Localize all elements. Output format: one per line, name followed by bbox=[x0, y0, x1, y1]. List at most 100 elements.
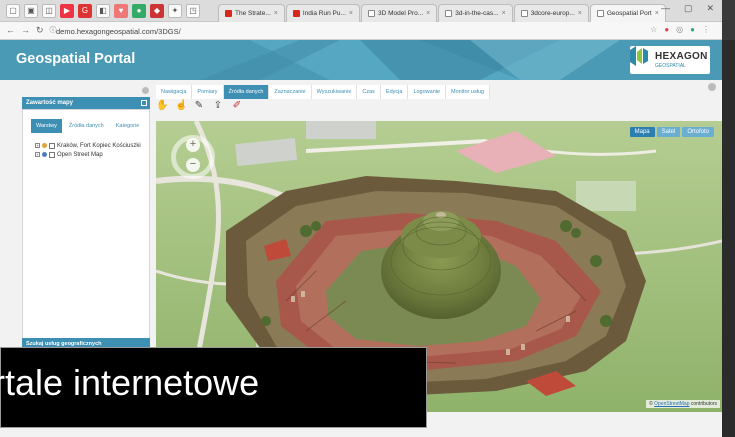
browser-tab[interactable]: 3D Model Pro... × bbox=[360, 4, 438, 22]
reload-icon[interactable]: ↻ bbox=[36, 25, 44, 36]
browser-tab[interactable]: 3d-in-the-cas... × bbox=[438, 4, 513, 22]
browser-tab-label: India Run Pu... bbox=[302, 9, 346, 17]
bookmark-icon[interactable]: ◧ bbox=[96, 4, 110, 18]
expand-icon[interactable]: + bbox=[35, 143, 40, 148]
module-tab[interactable]: Logowanie bbox=[408, 85, 447, 99]
menu-icon[interactable]: ⋮ bbox=[702, 25, 710, 34]
module-tab[interactable]: Pomiary bbox=[192, 85, 224, 99]
maximize-icon[interactable]: ▢ bbox=[684, 3, 693, 14]
module-tab[interactable]: Monitor usług bbox=[446, 85, 491, 99]
attribution-suffix: contributors bbox=[690, 401, 717, 407]
zoom-in-icon[interactable]: + bbox=[186, 138, 200, 152]
bookmark-icon[interactable]: G bbox=[78, 4, 92, 18]
bookmark-icon[interactable]: ◳ bbox=[186, 4, 200, 18]
layer-item[interactable]: + Open Street Map bbox=[35, 150, 141, 159]
portal-title: Geospatial Portal bbox=[16, 51, 136, 67]
basemap-button[interactable]: Mapa bbox=[629, 127, 655, 137]
maximize-panel-icon[interactable] bbox=[141, 100, 147, 106]
bookmark-icon[interactable]: ♥ bbox=[114, 4, 128, 18]
caption-text: rtale internetowe bbox=[0, 362, 260, 403]
close-tab-icon[interactable]: × bbox=[274, 6, 278, 22]
layer-item[interactable]: + Kraków, Fort Kopiec Kościuszki bbox=[35, 141, 141, 150]
pan-icon[interactable]: ✋ bbox=[156, 101, 168, 111]
bookmark-icons: ▢ ▣ ◫ ▶ G ◧ ♥ ● ◆ ✦ ◳ bbox=[6, 4, 200, 18]
url-field[interactable]: demo.hexagongeospatial.com/3DGS/ bbox=[56, 27, 181, 36]
page-icon bbox=[596, 10, 604, 17]
close-tab-icon[interactable]: × bbox=[349, 6, 353, 22]
map-content-panel: Zawartość mapy Warstwy Źródła danych Kateg… bbox=[14, 83, 150, 350]
select-icon[interactable]: ☝ bbox=[175, 101, 187, 111]
module-tab[interactable]: Nawigacja bbox=[156, 85, 193, 99]
youtube-icon bbox=[292, 10, 300, 17]
slide-border bbox=[722, 0, 735, 437]
slide-caption: rtale internetowe bbox=[0, 347, 427, 428]
page-icon bbox=[445, 10, 453, 17]
layer-label: Kraków, Fort Kopiec Kościuszki bbox=[57, 142, 141, 149]
map-content-header[interactable]: Zawartość mapy bbox=[22, 97, 150, 109]
browser-tab-label: The Strate... bbox=[235, 9, 271, 17]
extension-icon[interactable]: ● bbox=[690, 25, 695, 34]
browser-tab[interactable]: The Strate... × bbox=[218, 4, 285, 22]
close-tab-icon[interactable]: × bbox=[426, 6, 430, 22]
zoom-out-icon[interactable]: − bbox=[186, 158, 200, 172]
module-tab[interactable]: Edycja bbox=[380, 85, 409, 99]
forward-icon[interactable]: → bbox=[21, 25, 30, 36]
browser-tab-label: Geospatial Port bbox=[606, 9, 652, 17]
window-controls: — ▢ ✕ bbox=[661, 3, 714, 14]
navigation-compass[interactable]: + − bbox=[171, 135, 215, 179]
panel-tab[interactable]: Źródła danych bbox=[64, 119, 109, 133]
clear-icon[interactable]: ✐ bbox=[232, 101, 242, 111]
settings-icon[interactable] bbox=[708, 83, 716, 91]
panel-tab[interactable]: Warstwy bbox=[31, 119, 62, 133]
layer-visibility-checkbox[interactable] bbox=[49, 142, 55, 149]
close-tab-icon[interactable]: × bbox=[502, 6, 506, 22]
module-tab[interactable]: Źródła danych bbox=[223, 85, 270, 99]
layer-visibility-checkbox[interactable] bbox=[49, 151, 55, 158]
attribution-copyright: © bbox=[649, 401, 653, 407]
browser-tab-label: 3d-in-the-cas... bbox=[455, 9, 499, 17]
browser-tab[interactable]: Geospatial Port × bbox=[589, 4, 666, 22]
portal-header: Geospatial Portal HEXAGON GEOSPATIAL bbox=[0, 40, 722, 80]
bookmark-icon[interactable]: ✦ bbox=[168, 4, 182, 18]
bookmark-icon[interactable]: ● bbox=[132, 4, 146, 18]
page-icon bbox=[367, 10, 375, 17]
module-tab[interactable]: Wyszukiwanie bbox=[311, 85, 358, 99]
module-tabs: Nawigacja Pomiary Źródła danych Zaznaczanie… bbox=[156, 85, 491, 99]
basemap-button[interactable]: Satel bbox=[656, 127, 681, 137]
extension-icon[interactable]: ● bbox=[664, 25, 669, 34]
map-content-title: Zawartość mapy bbox=[26, 100, 74, 106]
bookmark-icon[interactable]: ▶ bbox=[60, 4, 74, 18]
star-icon[interactable]: ☆ bbox=[650, 25, 657, 34]
map-attribution: © OpenStreetMap contributors bbox=[646, 400, 720, 408]
panel-collapse-icon[interactable] bbox=[142, 87, 149, 94]
nav-buttons: ← → ↻ ⓘ bbox=[6, 25, 57, 36]
expand-icon[interactable]: + bbox=[35, 152, 40, 157]
module-tab[interactable]: Czas bbox=[357, 85, 381, 99]
layer-tree: + Kraków, Fort Kopiec Kościuszki + Open Str… bbox=[35, 141, 141, 159]
attribution-link[interactable]: OpenStreetMap bbox=[654, 401, 689, 407]
export-icon[interactable]: ⇪ bbox=[213, 101, 223, 111]
bookmark-icon[interactable]: ◫ bbox=[42, 4, 56, 18]
browser-tab-bar: ▢ ▣ ◫ ▶ G ◧ ♥ ● ◆ ✦ ◳ The Strate... × Indi… bbox=[0, 0, 722, 22]
back-icon[interactable]: ← bbox=[6, 25, 15, 36]
bookmark-icon[interactable]: ◆ bbox=[150, 4, 164, 18]
address-bar: ← → ↻ ⓘ demo.hexagongeospatial.com/3DGS/… bbox=[0, 22, 722, 40]
hexagon-logo: HEXAGON GEOSPATIAL bbox=[630, 46, 710, 74]
draw-icon[interactable]: ✎ bbox=[194, 101, 204, 111]
bookmark-icon[interactable]: ▢ bbox=[6, 4, 20, 18]
panel-tab[interactable]: Kategorie bbox=[111, 119, 145, 133]
basemap-button[interactable]: Ortofoto bbox=[682, 127, 714, 137]
close-icon[interactable]: ✕ bbox=[706, 3, 714, 14]
module-tab[interactable]: Zaznaczanie bbox=[269, 85, 312, 99]
panel-tabs: Warstwy Źródła danych Kategorie bbox=[31, 119, 144, 133]
hexagon-logo-subtext: GEOSPATIAL bbox=[655, 63, 686, 69]
minimize-icon[interactable]: — bbox=[661, 3, 670, 14]
close-tab-icon[interactable]: × bbox=[578, 6, 582, 22]
tile-layer-icon bbox=[42, 152, 47, 157]
browser-tab[interactable]: 3dcore-europ... × bbox=[513, 4, 589, 22]
browser-tab[interactable]: India Run Pu... × bbox=[285, 4, 360, 22]
extension-icon[interactable]: ◎ bbox=[676, 25, 683, 34]
hexagon-logo-icon bbox=[630, 46, 648, 66]
bookmark-icon[interactable]: ▣ bbox=[24, 4, 38, 18]
close-tab-icon[interactable]: × bbox=[655, 6, 659, 22]
